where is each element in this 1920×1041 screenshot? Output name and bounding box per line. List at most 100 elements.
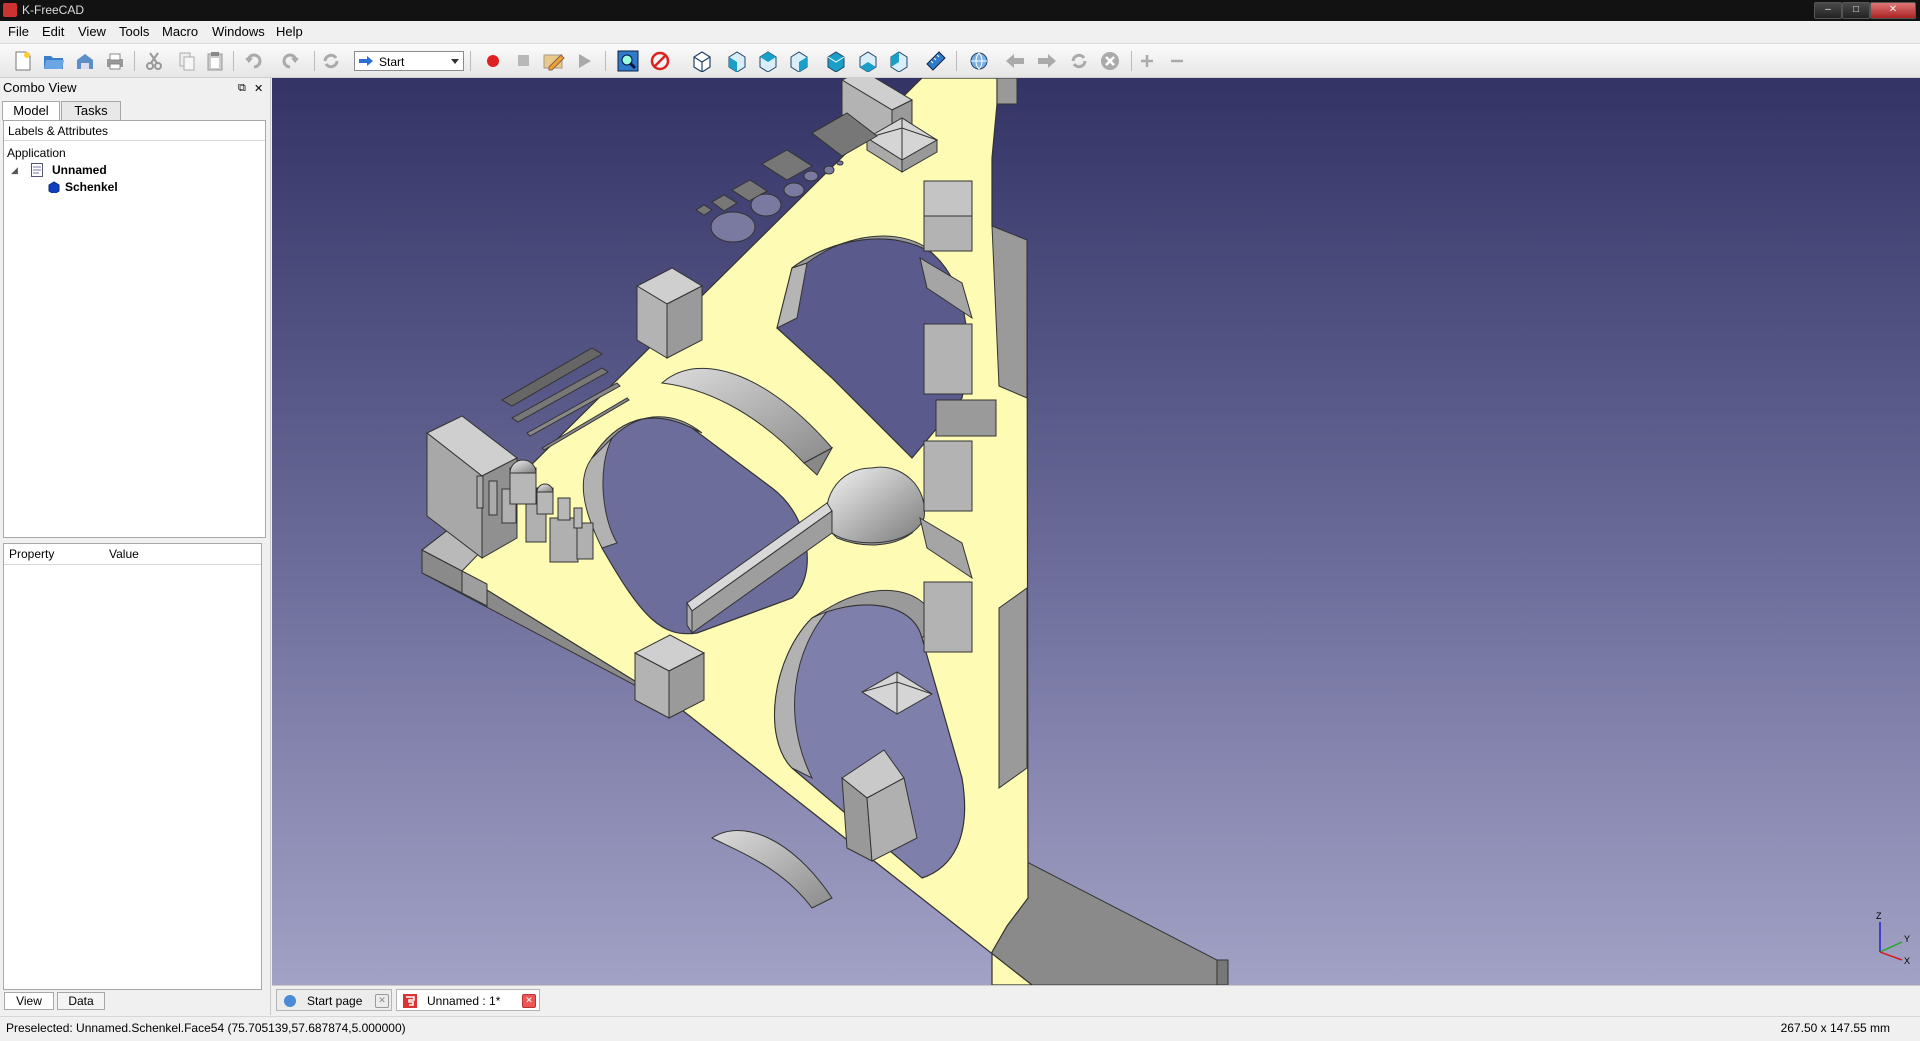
object-label: Schenkel [65,180,118,194]
menu-macro[interactable]: Macro [162,24,198,39]
raised-arc-lower [711,830,833,909]
axis-z-label: Z [1876,911,1882,921]
tree-header: Labels & Attributes [4,121,265,141]
view-bottom-button[interactable] [856,50,878,72]
solid-cube-icon [48,181,60,193]
document-icon [31,163,43,177]
redo-icon [282,53,299,69]
arrow-left-icon [1006,54,1024,68]
wire-cube-icon [693,51,711,72]
cad-model[interactable] [272,78,1920,985]
play-icon [579,54,591,68]
macro-record-button[interactable] [482,50,504,72]
tree-item-schenkel[interactable]: Schenkel [48,179,208,195]
document-label: Unnamed [52,163,107,177]
web-forward-button[interactable] [1036,50,1058,72]
menu-help[interactable]: Help [276,24,303,39]
macro-run-button[interactable] [574,50,596,72]
close-unnamed-icon[interactable]: ✕ [522,994,536,1008]
scissors-icon [146,52,162,70]
cube-right-icon [790,51,808,72]
view-rear-button[interactable] [824,50,846,72]
app-icon [3,3,17,17]
save-icon [77,54,93,69]
paste-button[interactable] [204,50,226,72]
axis-indicator: Z Y X [1876,911,1910,966]
open-button[interactable] [43,50,65,72]
tab-view[interactable]: View [4,992,54,1010]
document-tabs: Start page ✕ Unnamed : 1* ✕ [272,985,1920,1016]
no-draw-style-icon [650,51,670,71]
fit-all-button[interactable] [617,50,639,72]
combo-view-title: Combo View [3,80,77,95]
new-document-button[interactable] [12,50,34,72]
draw-style-button[interactable] [650,50,672,72]
property-view: Property Value [3,543,262,990]
view-axonometric-button[interactable] [690,50,712,72]
tree-item-document[interactable]: ◢ Unnamed [11,162,211,178]
undock-icon[interactable]: ⧉ [238,82,246,95]
ruler-icon [926,51,946,71]
menu-view[interactable]: View [78,24,106,39]
close-start-page-icon[interactable]: ✕ [375,994,389,1008]
minus-icon [1171,59,1183,63]
redo-button[interactable] [279,50,301,72]
chevron-down-icon [451,59,459,64]
view-front-button[interactable] [725,50,747,72]
cube-rear-icon [827,51,845,72]
box-top-left [635,267,704,359]
globe-icon [970,52,988,70]
start-page-icon [284,995,296,1007]
workbench-label: Start [379,55,405,69]
menu-tools[interactable]: Tools [119,24,149,39]
menu-bar: File Edit View Tools Macro Windows Help [0,21,1920,44]
refresh-icon [323,53,339,69]
workbench-selector[interactable]: Start [354,51,464,71]
arrow-right-gray-icon [1038,54,1056,68]
close-button[interactable]: ✕ [1870,2,1916,19]
tree-root-label: Application [7,146,66,160]
zoom-fit-icon [617,50,639,72]
view-left-button[interactable] [887,50,909,72]
value-column: Value [109,547,139,561]
refresh-button[interactable] [320,50,342,72]
web-home-button[interactable] [968,50,990,72]
tab-model[interactable]: Model [2,101,60,121]
dimension-readout: 267.50 x 147.55 mm [1780,1021,1890,1035]
menu-windows[interactable]: Windows [212,24,265,39]
minimize-button[interactable]: – [1814,2,1842,19]
view-right-button[interactable] [787,50,809,72]
3d-viewport[interactable]: Z Y X [272,78,1920,985]
print-button[interactable] [104,50,126,72]
tab-tasks[interactable]: Tasks [61,101,121,121]
maximize-button[interactable]: □ [1842,2,1870,19]
zoom-out-button[interactable] [1166,50,1188,72]
toolbar: Start [0,44,1920,78]
freecad-doc-icon [403,994,417,1008]
macro-edit-button[interactable] [543,50,565,72]
menu-edit[interactable]: Edit [42,24,64,39]
copy-button[interactable] [176,50,198,72]
view-top-button[interactable] [756,50,778,72]
status-bar: Preselected: Unnamed.Schenkel.Face54 (75… [0,1016,1920,1041]
close-panel-icon[interactable]: ✕ [254,82,263,95]
macro-stop-button[interactable] [513,50,535,72]
save-button[interactable] [74,50,96,72]
axis-x-label: X [1904,956,1910,966]
combo-view-panel: Combo View ⧉ ✕ Model Tasks Labels & Attr… [0,78,271,1015]
stop-circle-icon [1101,52,1119,70]
zoom-in-button[interactable] [1136,50,1158,72]
cut-button[interactable] [143,50,165,72]
tab-unnamed[interactable]: Unnamed : 1* ✕ [396,989,540,1011]
measure-button[interactable] [925,50,947,72]
web-stop-button[interactable] [1099,50,1121,72]
undo-button[interactable] [243,50,265,72]
web-refresh-button[interactable] [1068,50,1090,72]
tab-start-page[interactable]: Start page ✕ [276,989,392,1011]
start-page-label: Start page [307,994,363,1008]
tab-data[interactable]: Data [57,992,105,1010]
menu-file[interactable]: File [8,24,29,39]
axis-y-label: Y [1904,934,1910,944]
expand-icon[interactable]: ◢ [11,162,18,178]
web-back-button[interactable] [1004,50,1026,72]
